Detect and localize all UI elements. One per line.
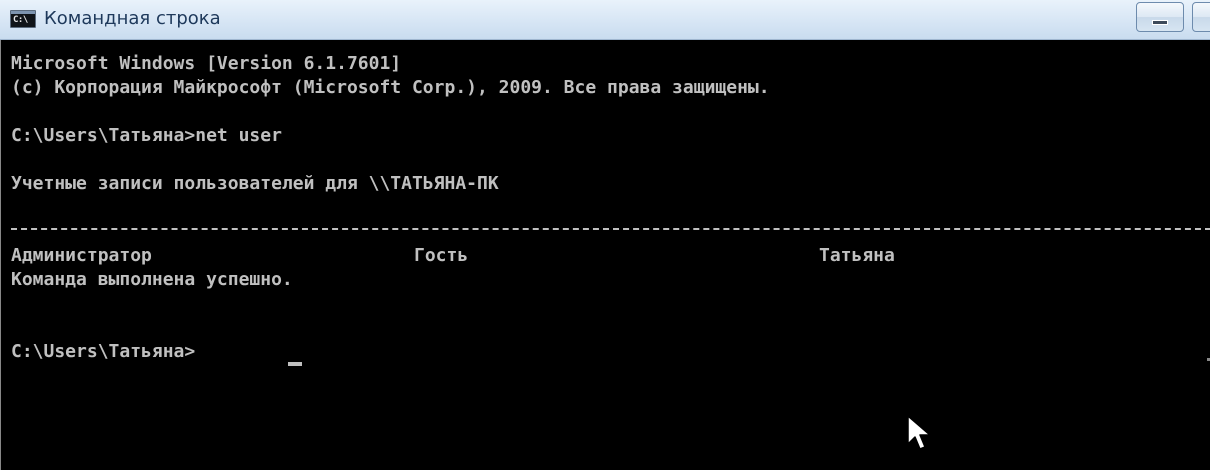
console-prompt[interactable]: C:\Users\Татьяна> bbox=[11, 340, 195, 364]
console-line-accounts-header: Учетные записи пользователей для \\ТАТЬЯ… bbox=[11, 173, 499, 194]
minimize-icon bbox=[1152, 20, 1168, 25]
minimize-button[interactable] bbox=[1136, 2, 1184, 32]
console-line-command: C:\Users\Татьяна>net user bbox=[11, 125, 282, 146]
cmd-window-icon[interactable]: C:\ bbox=[10, 10, 36, 28]
text-cursor bbox=[288, 362, 302, 366]
console-line-status: Команда выполнена успешно. bbox=[11, 269, 293, 290]
console-output[interactable]: Microsoft Windows [Version 6.1.7601] (c)… bbox=[0, 40, 1210, 470]
title-bar[interactable]: C:\ Командная строка bbox=[0, 0, 1210, 40]
console-separator bbox=[11, 228, 1210, 230]
window-title: Командная строка bbox=[44, 8, 221, 29]
mouse-pointer-icon bbox=[907, 415, 931, 450]
console-line-version: Microsoft Windows [Version 6.1.7601] bbox=[11, 53, 402, 74]
account-guest: Гость bbox=[414, 245, 469, 266]
maximize-button[interactable] bbox=[1192, 2, 1210, 32]
cmd-icon-glyph: C:\ bbox=[13, 15, 28, 25]
account-tatyana: Татьяна bbox=[819, 245, 895, 266]
command-prompt-window: C:\ Командная строка Microsoft Windows [… bbox=[0, 0, 1210, 470]
console-line-copyright: (c) Корпорация Майкрософт (Microsoft Cor… bbox=[11, 77, 770, 98]
account-administrator: Администратор bbox=[11, 245, 152, 266]
